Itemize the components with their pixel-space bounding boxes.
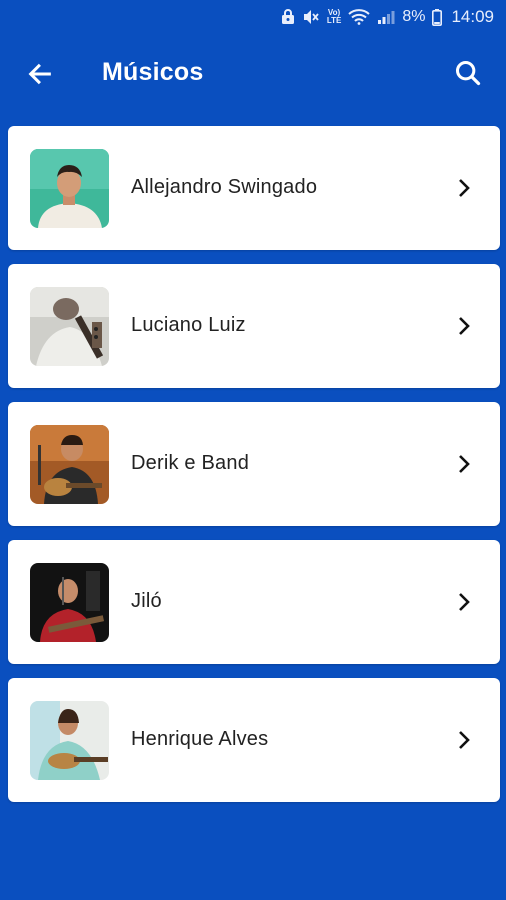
musician-avatar: [30, 287, 109, 366]
musician-list: Allejandro Swingado Luciano Luiz Derik e…: [8, 126, 500, 816]
musician-card-derik-e-band[interactable]: Derik e Band: [8, 402, 500, 526]
musician-card-henrique-alves[interactable]: Henrique Alves: [8, 678, 500, 802]
security-lock-icon: [281, 8, 295, 26]
musician-avatar: [30, 563, 109, 642]
musician-name: Jiló: [131, 590, 162, 612]
musician-card-allejandro-swingado[interactable]: Allejandro Swingado: [8, 126, 500, 250]
app-bar: Músicos: [0, 34, 506, 112]
chevron-right-icon: [454, 590, 474, 614]
status-bar: Vo) LTE 8% 14:09: [0, 0, 506, 34]
signal-icon: [377, 8, 395, 26]
volte-icon: Vo) LTE: [326, 8, 342, 25]
battery-percent: 8%: [402, 8, 426, 25]
screen: Vo) LTE 8% 14:09 Músicos Allejandro Swin…: [0, 0, 506, 900]
chevron-right-icon: [454, 314, 474, 338]
wifi-icon: [348, 8, 370, 26]
musician-name: Henrique Alves: [131, 728, 269, 750]
musician-card-jilo[interactable]: Jiló: [8, 540, 500, 664]
chevron-right-icon: [454, 728, 474, 752]
page-title: Músicos: [102, 58, 204, 86]
musician-avatar: [30, 425, 109, 504]
back-button[interactable]: [22, 56, 58, 92]
musician-name: Derik e Band: [131, 452, 250, 474]
arrow-left-icon: [28, 63, 51, 85]
musician-card-luciano-luiz[interactable]: Luciano Luiz: [8, 264, 500, 388]
musician-avatar: [30, 149, 109, 228]
chevron-right-icon: [454, 176, 474, 200]
musician-name: Allejandro Swingado: [131, 176, 318, 198]
chevron-right-icon: [454, 452, 474, 476]
musician-name: Luciano Luiz: [131, 314, 246, 336]
musician-avatar: [30, 701, 109, 780]
mute-icon: [302, 8, 320, 26]
status-time: 14:09: [451, 7, 494, 26]
search-button[interactable]: [450, 55, 486, 91]
search-icon: [455, 60, 481, 86]
battery-icon: [432, 8, 443, 26]
